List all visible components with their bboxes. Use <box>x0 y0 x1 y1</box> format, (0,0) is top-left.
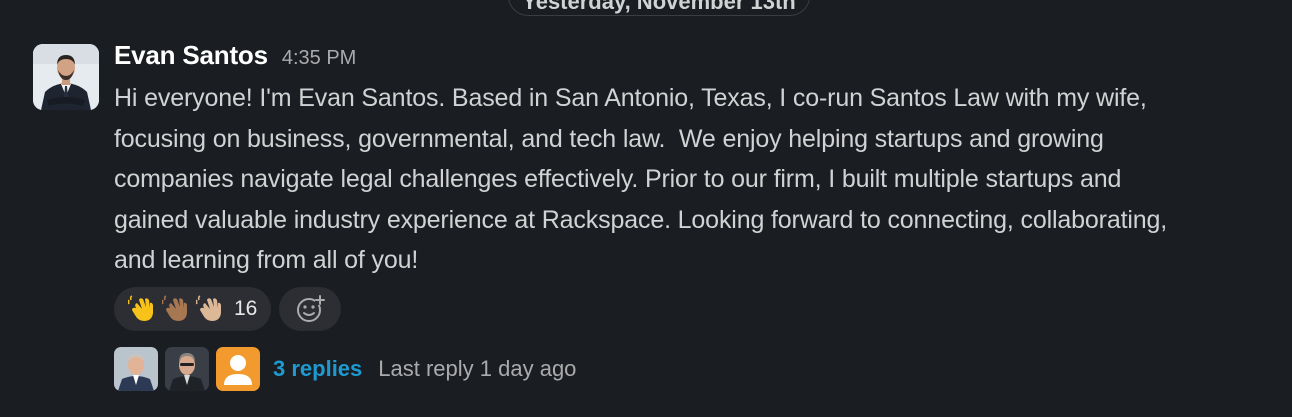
reactions-bar: 16 <box>114 287 342 331</box>
thread-participant-avatar[interactable] <box>165 347 209 391</box>
author-name[interactable]: Evan Santos <box>114 40 268 71</box>
message-body: Hi everyone! I'm Evan Santos. Based in S… <box>114 84 1168 275</box>
thread-participant-avatar[interactable] <box>216 347 260 391</box>
thread-summary[interactable]: 3 replies Last reply 1 day ago <box>114 347 576 391</box>
participant-avatar-1-image <box>114 347 158 391</box>
date-divider-label: Yesterday, November 13th <box>522 0 796 14</box>
reaction-count: 16 <box>234 297 258 320</box>
message-pane: Yesterday, November 13th Evan Santos 4:3… <box>0 0 1292 417</box>
reaction-wave[interactable]: 16 <box>114 287 272 331</box>
thread-last-reply: Last reply 1 day ago <box>378 356 577 381</box>
waving-hand-medium-dark-icon <box>162 295 187 321</box>
author-avatar[interactable] <box>33 44 99 110</box>
message-header: Evan Santos 4:35 PM <box>114 40 1284 78</box>
author-avatar-image <box>33 44 99 110</box>
participant-avatar-2-image <box>165 347 209 391</box>
date-divider[interactable]: Yesterday, November 13th <box>508 0 810 16</box>
default-user-avatar-icon <box>216 347 260 391</box>
message: Evan Santos 4:35 PM Hi everyone! I'm Eva… <box>114 40 1284 281</box>
waving-hand-medium-light-icon <box>196 295 221 321</box>
thread-replies-link[interactable]: 3 replies <box>273 356 362 382</box>
add-reaction-icon <box>297 295 326 322</box>
waving-hand-yellow-icon <box>128 295 153 321</box>
add-reaction-button[interactable] <box>279 287 342 331</box>
thread-participant-avatar[interactable] <box>114 347 158 391</box>
message-timestamp[interactable]: 4:35 PM <box>282 47 356 70</box>
